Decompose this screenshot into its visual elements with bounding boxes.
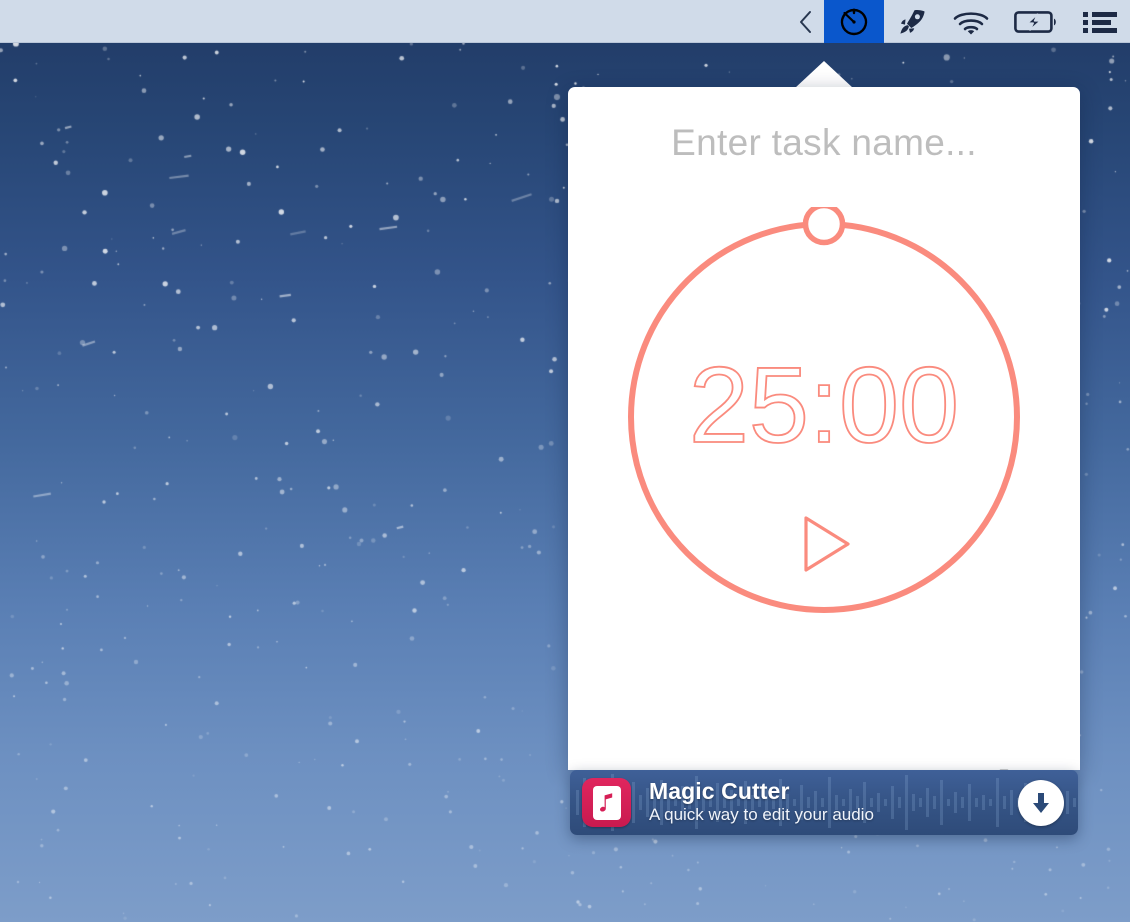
popover-toolbar: Today 0/10: [568, 742, 1080, 770]
wifi-menu-icon[interactable]: [940, 0, 1002, 43]
popover-arrow: [795, 61, 853, 88]
timer-popover: 25:00: [568, 61, 1080, 835]
timer-dial[interactable]: 25:00: [568, 199, 1080, 654]
music-note-icon: [592, 785, 621, 820]
timer-menu-icon[interactable]: [824, 0, 884, 43]
chevron-left-icon[interactable]: [788, 0, 824, 43]
notification-center-icon[interactable]: [1070, 0, 1130, 43]
download-arrow-icon: [1033, 792, 1049, 813]
menu-bar: [0, 0, 1130, 43]
task-name-input[interactable]: [568, 87, 1080, 199]
ad-banner[interactable]: Magic Cutter A quick way to edit your au…: [570, 770, 1078, 835]
timer-handle: [802, 207, 846, 246]
rocket-menu-icon[interactable]: [884, 0, 940, 43]
timer-display: 25:00: [568, 344, 1080, 465]
download-button[interactable]: [1018, 779, 1064, 826]
timer-display-value: 25:00: [688, 344, 960, 465]
popover-body: 25:00: [568, 87, 1080, 770]
screen: 25:00: [0, 0, 1130, 922]
battery-charging-icon[interactable]: [1002, 0, 1070, 43]
play-button[interactable]: [784, 504, 864, 584]
magic-cutter-app-icon: [582, 778, 631, 827]
ad-title: Magic Cutter: [649, 778, 790, 805]
ad-subtitle: A quick way to edit your audio: [649, 805, 874, 825]
ad-text-block: Magic Cutter A quick way to edit your au…: [649, 779, 1018, 825]
